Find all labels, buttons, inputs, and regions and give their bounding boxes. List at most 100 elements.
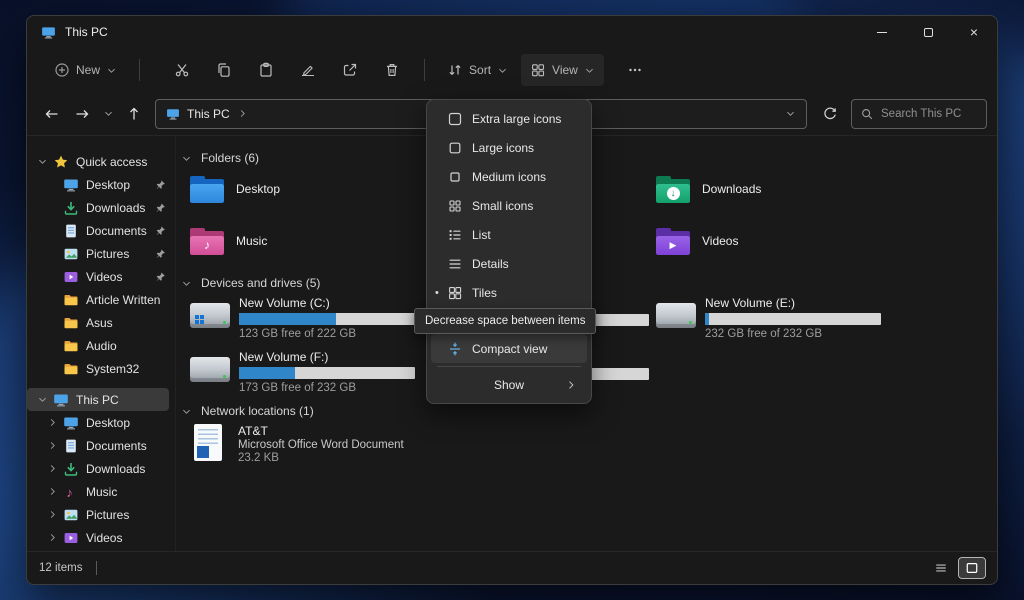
- maximize-button[interactable]: [905, 16, 951, 48]
- sidebar-pc-desktop[interactable]: Desktop: [27, 411, 175, 434]
- menu-item-list[interactable]: List: [431, 220, 587, 249]
- back-button[interactable]: [37, 99, 67, 129]
- section-header-network[interactable]: Network locations (1): [181, 403, 314, 419]
- minimize-button[interactable]: [859, 16, 905, 48]
- sidebar-pc-documents[interactable]: Documents: [27, 434, 175, 457]
- chevron-down-icon[interactable]: [37, 156, 48, 167]
- more-options-button[interactable]: [616, 54, 654, 86]
- sidebar-pc-music[interactable]: Music: [27, 480, 175, 503]
- sidebar-item-audio[interactable]: Audio: [27, 334, 175, 357]
- sidebar-quick-access[interactable]: Quick access: [27, 150, 175, 173]
- sidebar-item-asus[interactable]: Asus: [27, 311, 175, 334]
- menu-item-compact-view[interactable]: Compact view: [431, 334, 587, 363]
- chevron-right-icon[interactable]: [47, 463, 58, 474]
- item-count: 12 items: [39, 562, 82, 574]
- sidebar-item-article-written[interactable]: Article Written: [27, 288, 175, 311]
- chevron-right-icon[interactable]: [47, 417, 58, 428]
- view-button[interactable]: View: [521, 54, 604, 86]
- sidebar-item-downloads[interactable]: Downloads: [27, 196, 175, 219]
- sidebar-item-pictures[interactable]: Pictures: [27, 242, 175, 265]
- chevron-right-icon[interactable]: [47, 486, 58, 497]
- chevron-down-icon[interactable]: [181, 153, 192, 164]
- menu-item-medium-icons[interactable]: Medium icons: [431, 162, 587, 191]
- sidebar-item-videos[interactable]: Videos: [27, 265, 175, 288]
- menu-item-tiles[interactable]: • Tiles: [431, 278, 587, 307]
- chevron-down-icon: [584, 65, 595, 76]
- drive-tile-f[interactable]: New Volume (F:) 173 GB free of 232 GB: [190, 350, 415, 394]
- network-item-att[interactable]: AT&T Microsoft Office Word Document 23.2…: [194, 424, 404, 464]
- sidebar-item-documents[interactable]: Documents: [27, 219, 175, 242]
- menu-item-extra-large-icons[interactable]: Extra large icons: [431, 104, 587, 133]
- chevron-right-icon[interactable]: [47, 509, 58, 520]
- folder-tile-desktop[interactable]: Desktop: [190, 166, 415, 212]
- sidebar-item-system32[interactable]: System32: [27, 357, 175, 380]
- sidebar-label: Article Written: [86, 293, 160, 307]
- up-button[interactable]: [119, 99, 149, 129]
- drive-name: New Volume (E:): [705, 296, 881, 311]
- folder-name: Desktop: [236, 182, 280, 196]
- drive-usage-bar: [239, 367, 415, 379]
- sidebar-item-desktop[interactable]: Desktop: [27, 173, 175, 196]
- sidebar-label: Quick access: [76, 155, 147, 169]
- medium-icon: [447, 169, 463, 185]
- share-icon: [342, 62, 358, 78]
- menu-item-large-icons[interactable]: Large icons: [431, 133, 587, 162]
- menu-item-small-icons[interactable]: Small icons: [431, 191, 587, 220]
- drive-tile-e[interactable]: New Volume (E:) 232 GB free of 232 GB: [656, 296, 881, 340]
- file-explorer-window: This PC × New Sort: [26, 15, 998, 585]
- section-header-drives[interactable]: Devices and drives (5): [181, 275, 320, 291]
- forward-button[interactable]: [67, 99, 97, 129]
- address-dropdown-icon[interactable]: [785, 108, 796, 119]
- refresh-button[interactable]: [815, 99, 845, 129]
- sidebar-pc-videos[interactable]: Videos: [27, 526, 175, 549]
- share-button[interactable]: [331, 54, 369, 86]
- chevron-down-icon[interactable]: [181, 406, 192, 417]
- compact-view-tooltip: Decrease space between items: [414, 308, 596, 334]
- folder-tile-videos[interactable]: Videos: [656, 218, 881, 264]
- breadcrumb[interactable]: This PC: [187, 107, 230, 121]
- chevron-down-icon[interactable]: [37, 394, 48, 405]
- drive-free-space: 173 GB free of 232 GB: [239, 382, 415, 394]
- star-icon: [53, 154, 69, 170]
- thumbnail-view-toggle[interactable]: [959, 558, 985, 578]
- folder-tile-downloads[interactable]: Downloads: [656, 166, 881, 212]
- chevron-down-icon[interactable]: [181, 278, 192, 289]
- sidebar-this-pc[interactable]: This PC: [27, 388, 169, 411]
- drive-icon: [190, 303, 230, 328]
- drive-tile-c[interactable]: New Volume (C:) 123 GB free of 222 GB: [190, 296, 415, 340]
- menu-item-label: Medium icons: [472, 170, 546, 184]
- refresh-icon: [822, 106, 838, 122]
- folder-name: Downloads: [702, 182, 761, 196]
- copy-button[interactable]: [205, 54, 243, 86]
- sidebar-pc-downloads[interactable]: Downloads: [27, 457, 175, 480]
- drive-usage-fill: [705, 313, 709, 325]
- drive-name: New Volume (C:): [239, 296, 415, 311]
- back-arrow-icon: [44, 106, 60, 122]
- chevron-right-icon[interactable]: [47, 440, 58, 451]
- delete-button[interactable]: [373, 54, 411, 86]
- sidebar-pc-pictures[interactable]: Pictures: [27, 503, 175, 526]
- menu-item-show[interactable]: Show: [431, 370, 587, 399]
- sidebar-label: Documents: [86, 224, 147, 238]
- new-button[interactable]: New: [45, 54, 126, 86]
- paste-button[interactable]: [247, 54, 285, 86]
- pin-icon: [155, 179, 166, 190]
- folder-tile-music[interactable]: Music: [190, 218, 415, 264]
- network-item-size: 23.2 KB: [238, 452, 404, 464]
- maximize-icon: [924, 28, 933, 37]
- sort-button[interactable]: Sort: [438, 54, 517, 86]
- details-view-toggle[interactable]: [928, 558, 954, 578]
- close-button[interactable]: ×: [951, 16, 997, 48]
- menu-item-label: Extra large icons: [472, 112, 561, 126]
- monitor-icon: [63, 415, 79, 431]
- section-title: Folders (6): [201, 151, 259, 165]
- section-header-folders[interactable]: Folders (6): [181, 150, 259, 166]
- recent-locations-button[interactable]: [97, 99, 119, 129]
- cut-button[interactable]: [163, 54, 201, 86]
- rename-button[interactable]: [289, 54, 327, 86]
- folder-icon: [190, 176, 224, 203]
- search-input[interactable]: [881, 108, 978, 120]
- menu-item-details[interactable]: Details: [431, 249, 587, 278]
- chevron-right-icon[interactable]: [47, 532, 58, 543]
- title-bar[interactable]: This PC ×: [27, 16, 997, 48]
